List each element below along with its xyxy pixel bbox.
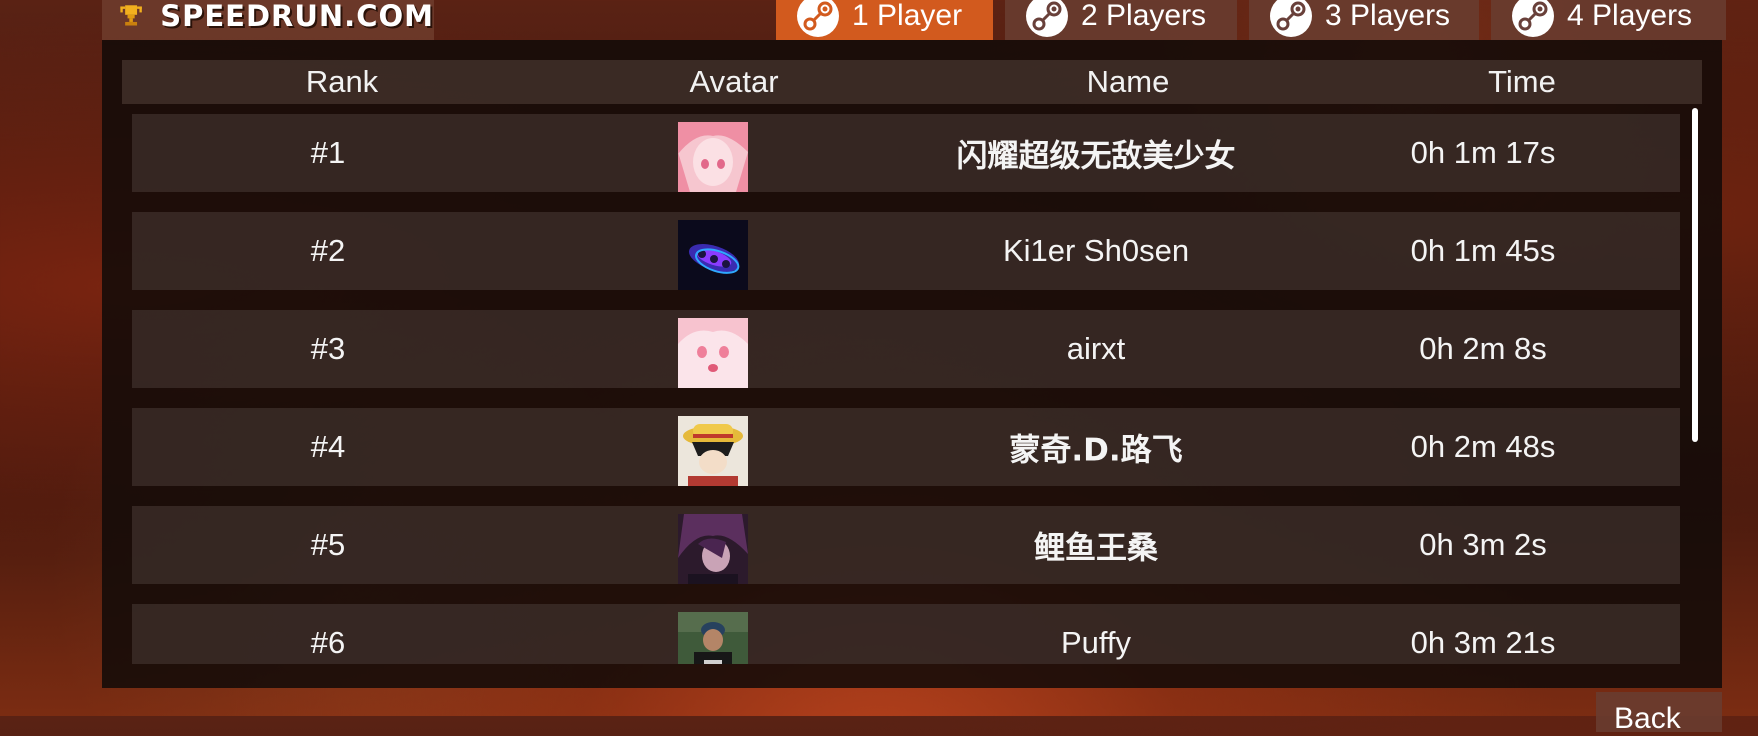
tab-label: 1 Player xyxy=(852,0,963,32)
run-time: 0h 1m 17s xyxy=(1410,135,1556,170)
rank-cell: #6 xyxy=(310,625,346,660)
tab-2-players[interactable]: 2 Players xyxy=(1005,0,1237,40)
player-name: 蒙奇.D.路飞 xyxy=(1009,432,1183,469)
steam-icon xyxy=(797,0,839,37)
column-header-name: Name xyxy=(1086,64,1170,99)
tab-4-players[interactable]: 4 Players xyxy=(1491,0,1726,40)
leaderboard-row[interactable]: #6 Puffy 0h 3m 21s xyxy=(132,604,1680,664)
tab-1-player[interactable]: 1 Player xyxy=(776,0,993,40)
column-header-time: Time xyxy=(1488,64,1556,99)
leaderboard-scrollbar[interactable] xyxy=(1692,108,1698,442)
column-header-avatar: Avatar xyxy=(689,64,779,99)
player-avatar xyxy=(678,122,748,192)
back-button[interactable]: Back xyxy=(1596,692,1722,735)
tab-label: 2 Players xyxy=(1081,0,1207,32)
leaderboard-panel: Rank Avatar Name Time #1 闪耀超级无敌美少女 0h 1m… xyxy=(102,40,1722,688)
leaderboard-row[interactable]: #1 闪耀超级无敌美少女 0h 1m 17s xyxy=(132,114,1680,192)
tab-3-players[interactable]: 3 Players xyxy=(1249,0,1479,40)
player-avatar xyxy=(678,416,748,486)
leaderboard-row[interactable]: #3 airxt 0h 2m 8s xyxy=(132,310,1680,388)
run-time: 0h 1m 45s xyxy=(1410,233,1556,268)
steam-icon xyxy=(1270,0,1312,37)
player-count-tabs: 1 Player 2 Players 3 Players 4 Players xyxy=(776,0,1738,40)
player-avatar xyxy=(678,220,748,290)
tab-label: 3 Players xyxy=(1325,0,1451,32)
rank-cell: #4 xyxy=(310,429,346,464)
rank-cell: #2 xyxy=(310,233,346,268)
leaderboard-header: Rank Avatar Name Time xyxy=(122,60,1702,104)
player-name: 鲤鱼王桑 xyxy=(1034,530,1158,567)
player-name: Puffy xyxy=(1060,625,1132,660)
speedrun-logo[interactable]: SPEEDRUN.COM xyxy=(102,0,434,40)
leaderboard-row[interactable]: #4 蒙奇.D.路飞 0h 2m 48s xyxy=(132,408,1680,486)
steam-icon xyxy=(1512,0,1554,37)
run-time: 0h 3m 2s xyxy=(1419,527,1547,562)
column-header-rank: Rank xyxy=(305,64,379,99)
run-time: 0h 3m 21s xyxy=(1410,625,1556,660)
rank-cell: #3 xyxy=(310,331,346,366)
player-name: 闪耀超级无敌美少女 xyxy=(956,138,1236,175)
leaderboard-row[interactable]: #5 鲤鱼王桑 0h 3m 2s xyxy=(132,506,1680,584)
logo-text: SPEEDRUN.COM xyxy=(160,0,434,33)
player-name: Ki1er Sh0sen xyxy=(1002,233,1190,268)
player-name: airxt xyxy=(1066,331,1126,366)
rank-cell: #1 xyxy=(310,135,346,170)
player-avatar xyxy=(678,612,748,664)
player-avatar xyxy=(678,514,748,584)
tab-label: 4 Players xyxy=(1567,0,1693,32)
steam-icon xyxy=(1026,0,1068,37)
leaderboard-row[interactable]: #2 Ki1er Sh0sen 0h 1m 45s xyxy=(132,212,1680,290)
run-time: 0h 2m 8s xyxy=(1419,331,1547,366)
trophy-icon xyxy=(120,5,142,26)
rank-cell: #5 xyxy=(310,527,346,562)
run-time: 0h 2m 48s xyxy=(1410,429,1556,464)
player-avatar xyxy=(678,318,748,388)
leaderboard-list[interactable]: #1 闪耀超级无敌美少女 0h 1m 17s #2 Ki1er Sh0sen 0… xyxy=(132,114,1680,664)
